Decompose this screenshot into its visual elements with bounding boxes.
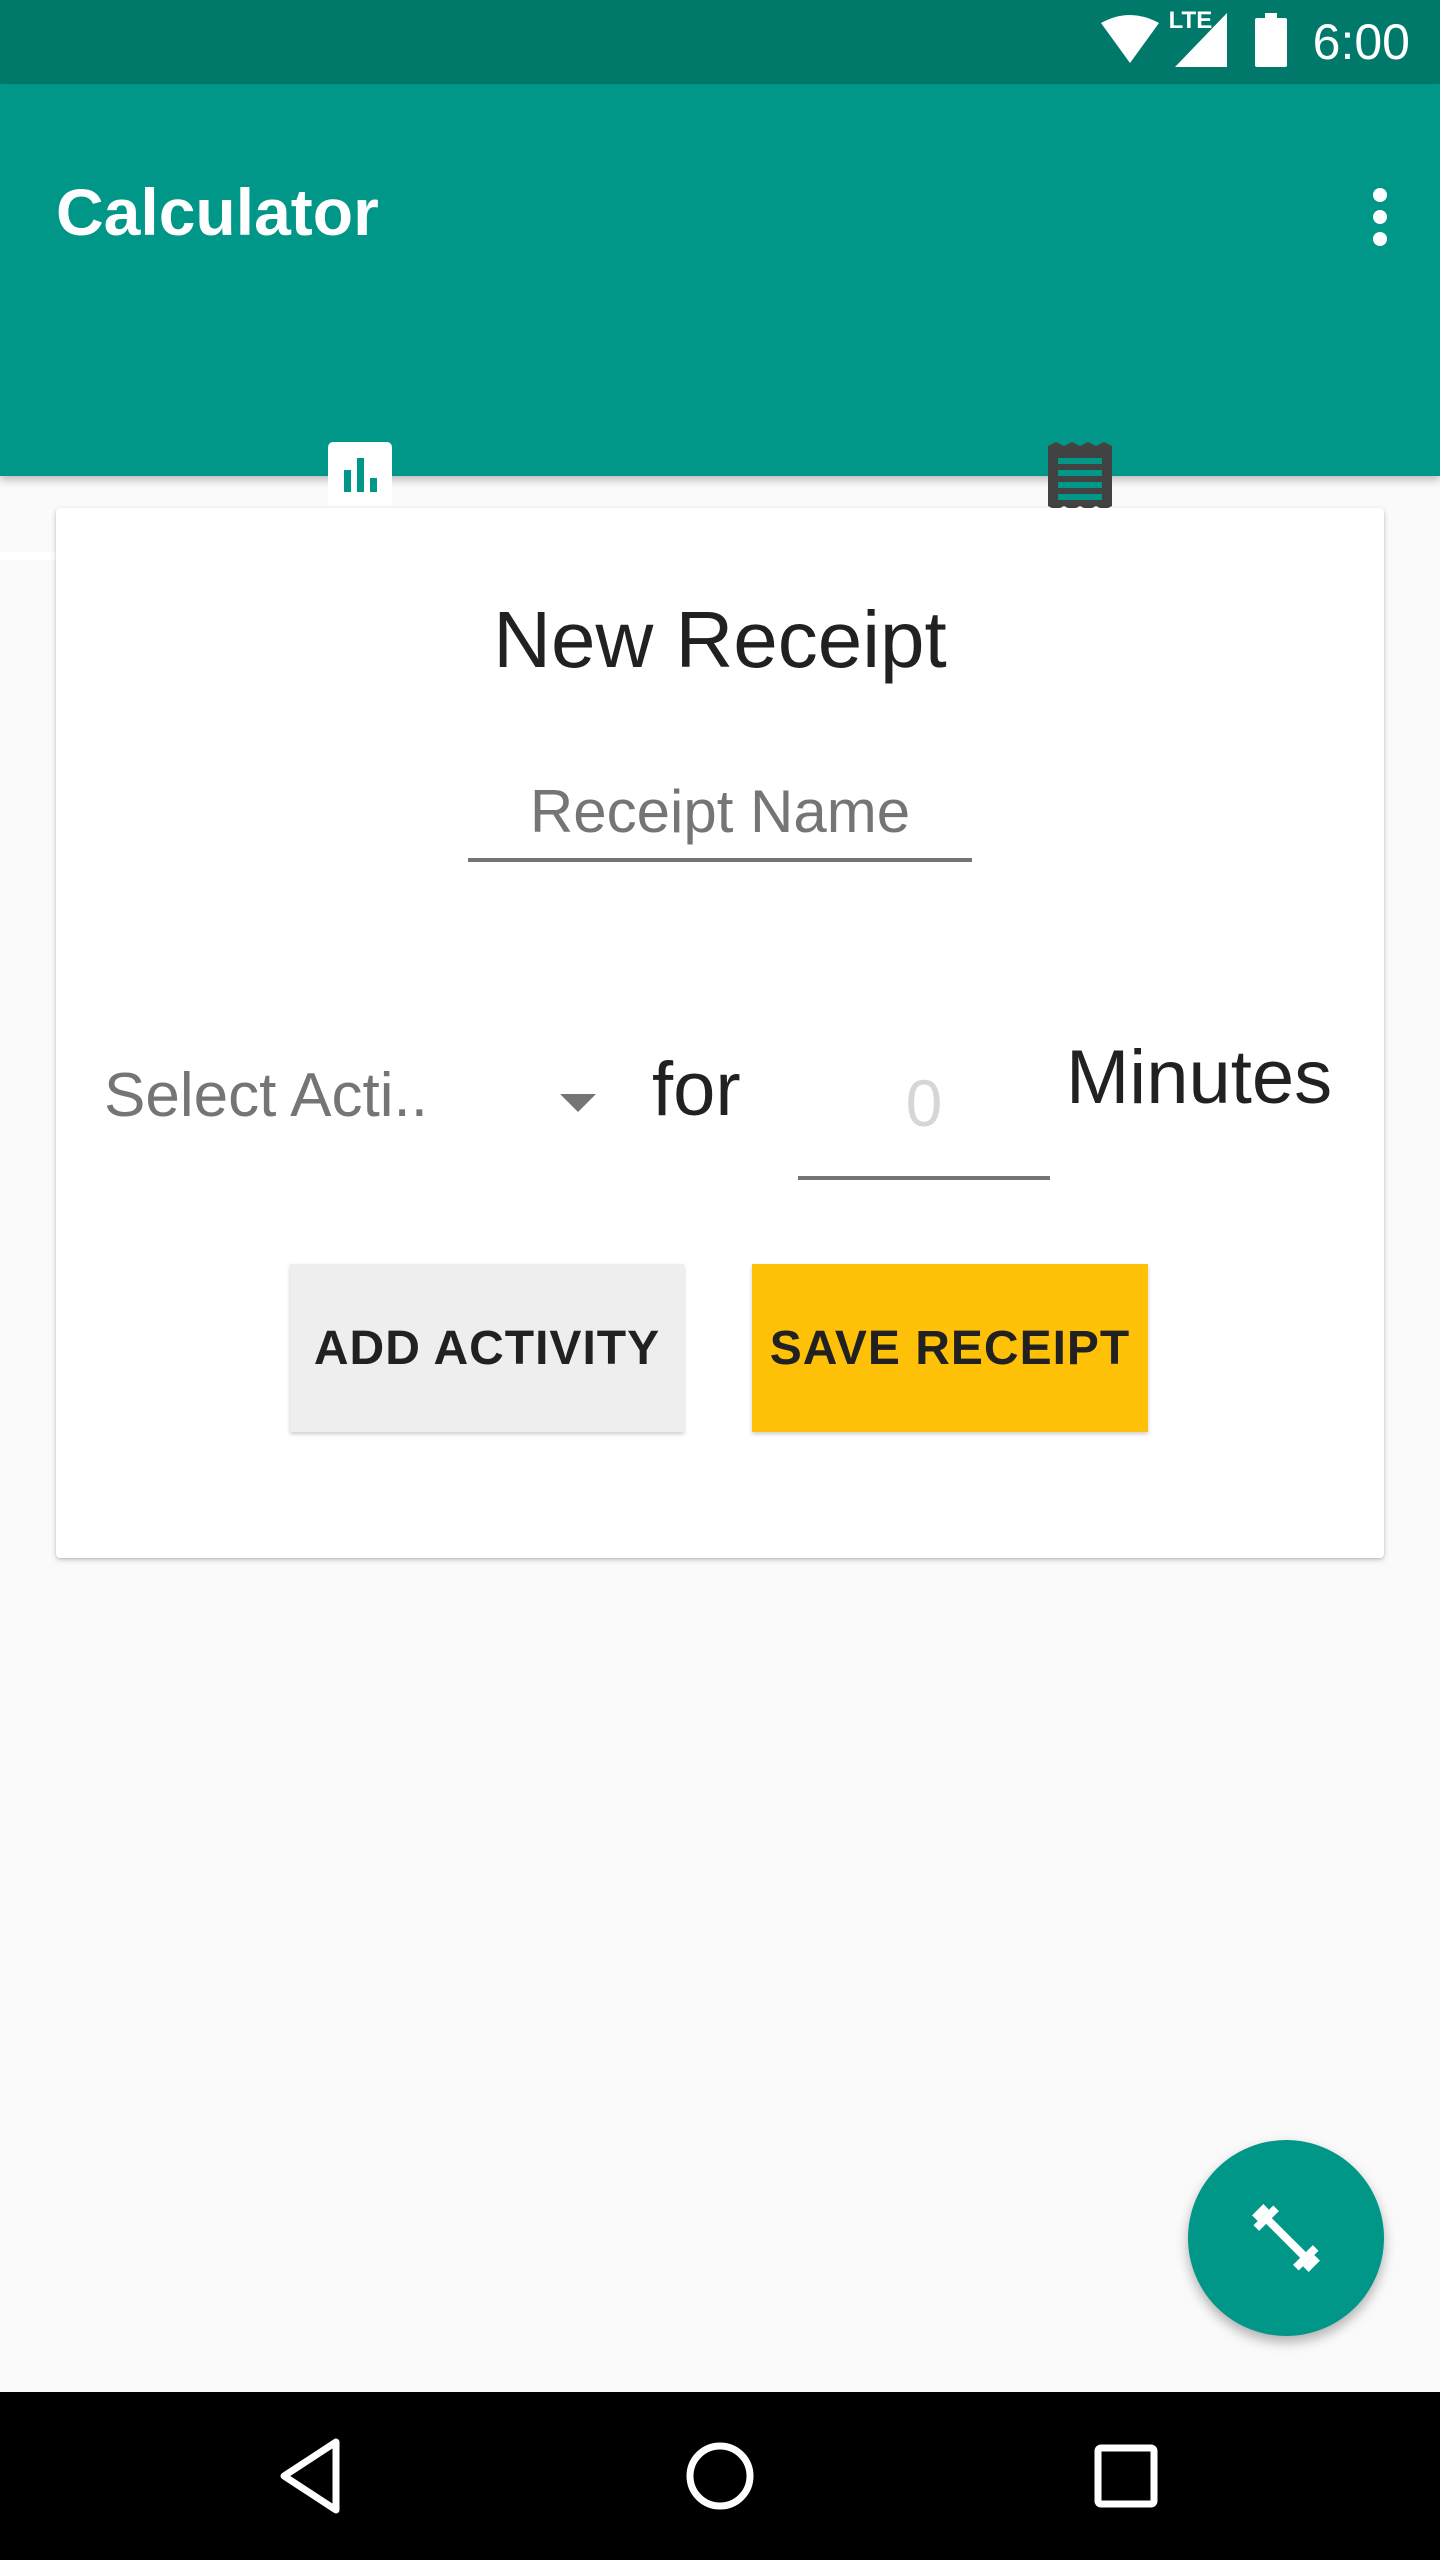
receipt-list-icon (1048, 442, 1112, 515)
add-activity-button[interactable]: ADD ACTIVITY (290, 1264, 684, 1432)
status-time: 6:00 (1312, 14, 1410, 70)
recents-icon[interactable] (1082, 2432, 1170, 2520)
home-icon[interactable] (676, 2432, 764, 2520)
activity-select-value: Select Acti.. (104, 1061, 428, 1130)
network-type-label: LTE (1168, 6, 1213, 34)
wifi-icon (1099, 14, 1161, 70)
fitness-fab-button[interactable] (1188, 2140, 1384, 2336)
more-vert-icon[interactable] (1360, 180, 1400, 260)
navigation-bar (0, 2392, 1440, 2560)
back-icon[interactable] (270, 2432, 358, 2520)
for-label: for (652, 1047, 741, 1132)
app-title: Calculator (56, 175, 379, 249)
bar-chart-icon (328, 442, 392, 511)
card-title: New Receipt (493, 595, 947, 684)
status-icons: LTE 6:00 (1099, 0, 1410, 84)
new-receipt-card: New Receipt Select Acti.. for Minutes AD… (56, 508, 1384, 1558)
chevron-down-icon (560, 1094, 596, 1112)
receipt-name-input[interactable] (468, 764, 972, 862)
save-receipt-button[interactable]: SAVE RECEIPT (752, 1264, 1148, 1432)
activity-select[interactable]: Select Acti.. (104, 1038, 624, 1158)
status-bar: LTE 6:00 (0, 0, 1440, 84)
battery-icon (1254, 12, 1287, 72)
minutes-input[interactable] (798, 1030, 1050, 1180)
minutes-label: Minutes (1066, 1035, 1333, 1120)
cell-signal-icon: LTE (1169, 7, 1227, 72)
app-bar: Calculator (0, 84, 1440, 560)
